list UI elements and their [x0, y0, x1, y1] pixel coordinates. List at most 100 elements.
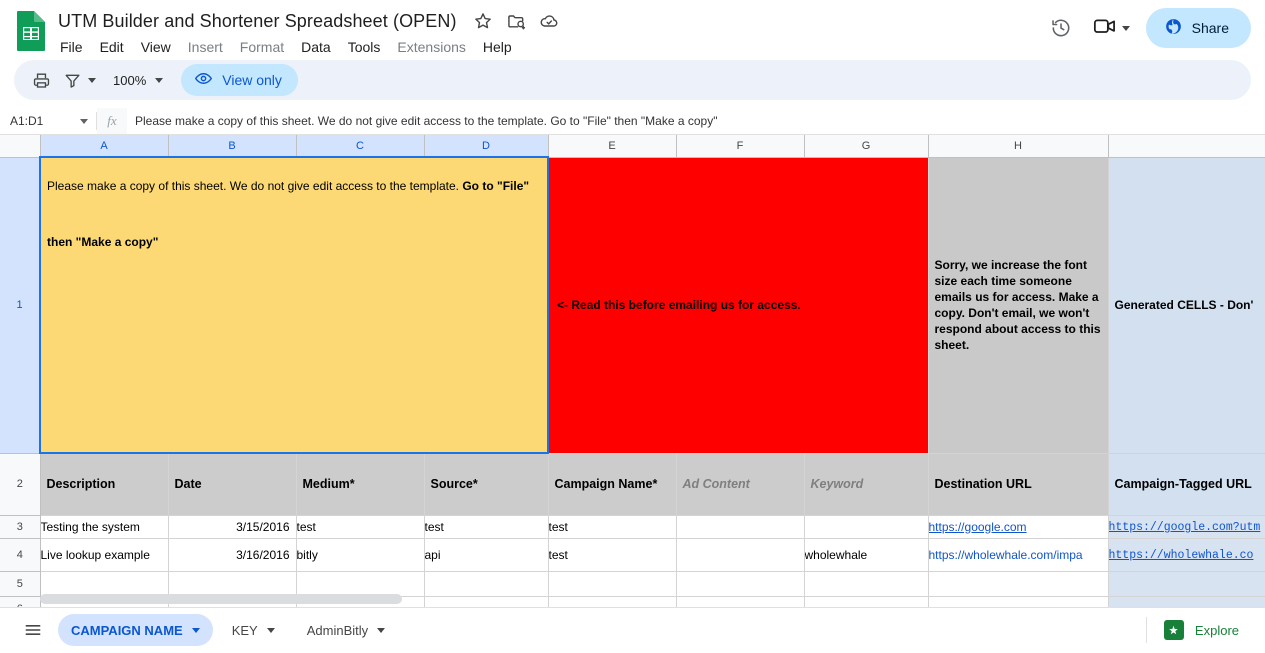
table-row: 2 Description Date Medium* Source* Campa… [0, 453, 1265, 515]
header-ad-content[interactable]: Ad Content [676, 453, 804, 515]
share-button[interactable]: Share [1146, 8, 1251, 48]
view-only-button[interactable]: View only [181, 64, 298, 96]
cell-a1-notice[interactable]: Please make a copy of this sheet. We do … [40, 157, 548, 453]
tagged-url-link[interactable]: https://wholewhale.co [1109, 549, 1254, 562]
menu-insert[interactable]: Insert [188, 39, 223, 55]
column-header-row: A B C D E F G H [0, 135, 1265, 157]
menu-extensions[interactable]: Extensions [397, 39, 465, 55]
row-header-6[interactable]: 6 [0, 596, 40, 607]
chevron-down-icon [80, 119, 88, 124]
chevron-down-icon[interactable] [267, 628, 275, 633]
cell-d3-source[interactable]: test [424, 515, 548, 538]
cell-b3-date[interactable]: 3/15/2016 [168, 515, 296, 538]
horizontal-scrollbar-thumb[interactable] [40, 594, 402, 604]
row-header-4[interactable]: 4 [0, 538, 40, 571]
cell-e4-campaign-name[interactable]: test [548, 538, 676, 571]
header-medium[interactable]: Medium* [296, 453, 424, 515]
cell-f4-ad-content[interactable] [676, 538, 804, 571]
row-header-1[interactable]: 1 [0, 157, 40, 453]
column-header-h[interactable]: H [928, 135, 1108, 157]
sheet-tab-adminbitly[interactable]: AdminBitly [294, 614, 398, 646]
cell-i3-tagged-url[interactable]: https://google.com?utm [1108, 515, 1265, 538]
cell-h1-font-size-note[interactable]: Sorry, we increase the font size each ti… [928, 157, 1108, 453]
meet-button[interactable] [1085, 8, 1134, 48]
sheet-tab-key[interactable]: KEY [219, 614, 288, 646]
view-only-label: View only [222, 72, 282, 88]
menu-format[interactable]: Format [240, 39, 284, 55]
header-date[interactable]: Date [168, 453, 296, 515]
name-box[interactable]: A1:D1 [0, 108, 96, 134]
menu-view[interactable]: View [141, 39, 171, 55]
sheet-tab-campaign-name[interactable]: CAMPAIGN NAME [58, 614, 213, 646]
cell-c4-medium[interactable]: bitly [296, 538, 424, 571]
header-description[interactable]: Description [40, 453, 168, 515]
cell-e1-read-this[interactable]: <- Read this before emailing us for acce… [548, 157, 928, 453]
print-icon[interactable] [26, 65, 56, 95]
cell-f3-ad-content[interactable] [676, 515, 804, 538]
sheet-tab-bar: CAMPAIGN NAME KEY AdminBitly Explore [0, 607, 1265, 652]
row-header-5[interactable]: 5 [0, 571, 40, 596]
all-sheets-icon[interactable] [14, 615, 52, 645]
sheet-tab-label: KEY [232, 623, 258, 638]
column-header-d[interactable]: D [424, 135, 548, 157]
horizontal-scrollbar[interactable] [40, 593, 1265, 605]
spreadsheet-grid: A B C D E F G H 1 Please make a copy of … [0, 135, 1265, 607]
menu-edit[interactable]: Edit [100, 39, 124, 55]
row-header-3[interactable]: 3 [0, 515, 40, 538]
cell-a4-description[interactable]: Live lookup example [40, 538, 168, 571]
chevron-down-icon [88, 78, 96, 83]
menu-data[interactable]: Data [301, 39, 331, 55]
column-header-f[interactable]: F [676, 135, 804, 157]
menu-tools[interactable]: Tools [348, 39, 381, 55]
explore-button[interactable]: Explore [1150, 614, 1253, 646]
row-header-2[interactable]: 2 [0, 453, 40, 515]
cell-c3-medium[interactable]: test [296, 515, 424, 538]
star-icon[interactable] [473, 11, 493, 31]
cloud-saved-icon[interactable] [539, 11, 559, 31]
cell-a3-description[interactable]: Testing the system [40, 515, 168, 538]
header-keyword[interactable]: Keyword [804, 453, 928, 515]
cell-h3-destination-url[interactable]: https://google.com [928, 515, 1108, 538]
zoom-level-selector[interactable]: 100% [103, 65, 169, 95]
column-header-b[interactable]: B [168, 135, 296, 157]
sheet-tab-label: AdminBitly [307, 623, 368, 638]
explore-label: Explore [1195, 623, 1239, 638]
menu-file[interactable]: File [60, 39, 83, 55]
version-history-icon[interactable] [1041, 8, 1081, 48]
destination-url-link[interactable]: https://google.com [929, 520, 1027, 534]
page-title[interactable]: UTM Builder and Shortener Spreadsheet (O… [58, 11, 457, 32]
header-source[interactable]: Source* [424, 453, 548, 515]
tagged-url-link[interactable]: https://google.com?utm [1109, 521, 1261, 534]
cell-i1-generated-cells[interactable]: Generated CELLS - Don' [1108, 157, 1265, 453]
cell-d4-source[interactable]: api [424, 538, 548, 571]
select-all-corner[interactable] [0, 135, 40, 157]
cell-g3-keyword[interactable] [804, 515, 928, 538]
column-header-a[interactable]: A [40, 135, 168, 157]
formula-bar: A1:D1 fx Please make a copy of this shee… [0, 108, 1265, 135]
title-and-menus: UTM Builder and Shortener Spreadsheet (O… [58, 8, 559, 59]
header-destination-url[interactable]: Destination URL [928, 453, 1108, 515]
google-sheets-logo[interactable] [14, 8, 48, 50]
zoom-level-value: 100% [113, 73, 146, 88]
column-header-e[interactable]: E [548, 135, 676, 157]
menu-bar: File Edit View Insert Format Data Tools … [58, 35, 559, 59]
title-row: UTM Builder and Shortener Spreadsheet (O… [58, 8, 559, 34]
chevron-down-icon[interactable] [377, 628, 385, 633]
chevron-down-icon[interactable] [192, 628, 200, 633]
filter-icon[interactable] [58, 65, 101, 95]
column-header-g[interactable]: G [804, 135, 928, 157]
cell-g4-keyword[interactable]: wholewhale [804, 538, 928, 571]
column-header-i[interactable] [1108, 135, 1265, 157]
destination-url-link[interactable]: https://wholewhale.com/impa [929, 548, 1083, 562]
menu-help[interactable]: Help [483, 39, 512, 55]
header-campaign-tagged-url[interactable]: Campaign-Tagged URL [1108, 453, 1265, 515]
move-to-folder-icon[interactable] [506, 11, 526, 31]
header-campaign-name[interactable]: Campaign Name* [548, 453, 676, 515]
chevron-down-icon [1122, 26, 1130, 31]
cell-i4-tagged-url[interactable]: https://wholewhale.co [1108, 538, 1265, 571]
cell-e3-campaign-name[interactable]: test [548, 515, 676, 538]
cell-b4-date[interactable]: 3/16/2016 [168, 538, 296, 571]
column-header-c[interactable]: C [296, 135, 424, 157]
cell-h4-destination-url[interactable]: https://wholewhale.com/impa [928, 538, 1108, 571]
formula-input[interactable]: Please make a copy of this sheet. We do … [127, 108, 1265, 134]
